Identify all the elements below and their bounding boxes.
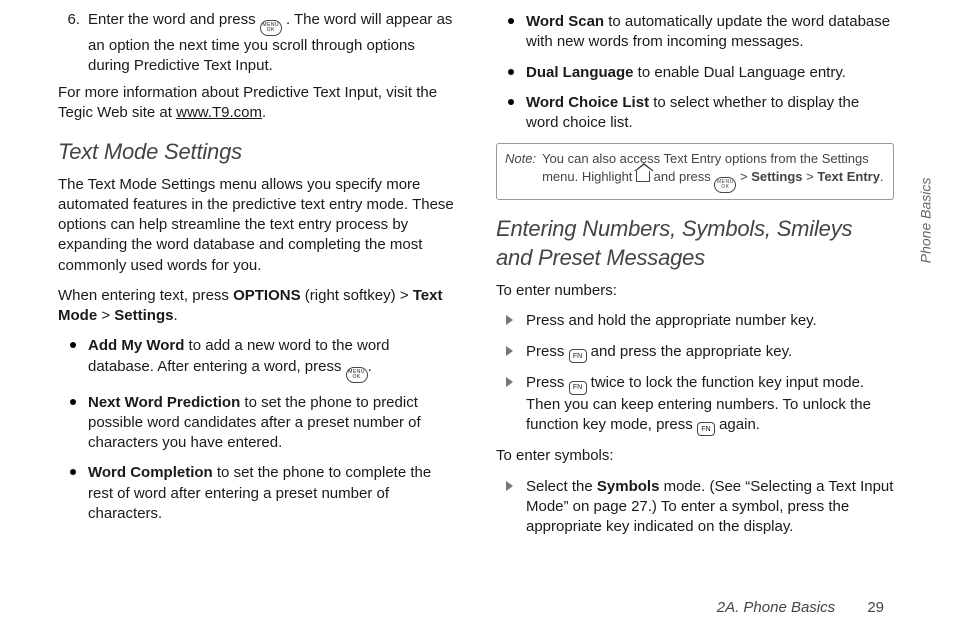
add-word-period: . — [368, 358, 372, 375]
gt-1: > — [400, 287, 409, 304]
left-bullet-list: Add My Word to add a new word to the wor… — [58, 336, 456, 524]
entering-heading: Entering Numbers, Symbols, Smileys and P… — [496, 214, 894, 273]
footer-page-number: 29 — [867, 599, 884, 616]
note-label: Note: — [505, 150, 536, 193]
fn-key-icon: FN — [569, 349, 587, 363]
num1-text: Press and hold the appropriate number ke… — [526, 312, 817, 329]
to-enter-numbers-label: To enter numbers: — [496, 281, 894, 301]
key-label-ok: OK — [721, 185, 729, 190]
note-box: Note: You can also access Text Entry opt… — [496, 143, 894, 200]
num3-c: again. — [715, 416, 760, 433]
next-word-bold: Next Word Prediction — [88, 394, 240, 411]
add-word-bold: Add My Word — [88, 337, 184, 354]
t9-link[interactable]: www.T9.com — [176, 104, 262, 121]
bullet-dual-language: Dual Language to enable Dual Language en… — [496, 63, 894, 83]
fn-key-icon: FN — [697, 422, 715, 436]
symbols-list: Select the Symbols mode. (See “Selecting… — [496, 477, 894, 538]
footer-section: 2A. Phone Basics — [717, 599, 835, 616]
path-settings: Settings — [114, 307, 173, 324]
key-label-ok: OK — [353, 375, 361, 380]
dual-lang-bold: Dual Language — [526, 64, 634, 81]
sym-bold: Symbols — [597, 478, 660, 495]
note-settings: Settings — [751, 169, 802, 184]
text-mode-path: When entering text, press OPTIONS (right… — [58, 286, 456, 327]
bullet-word-scan: Word Scan to automatically update the wo… — [496, 12, 894, 53]
num2-b: and press the appropriate key. — [587, 343, 793, 360]
menu-ok-key-icon: MENU OK — [346, 367, 368, 383]
step-number: 6. — [58, 10, 88, 77]
right-column: Word Scan to automatically update the wo… — [496, 10, 894, 570]
note-gt-2: > — [806, 169, 814, 184]
bullet-add-my-word: Add My Word to add a new word to the wor… — [58, 336, 456, 382]
more-info-paragraph: For more information about Predictive Te… — [58, 83, 456, 124]
text-mode-settings-heading: Text Mode Settings — [58, 137, 456, 167]
bullet-next-word-prediction: Next Word Prediction to set the phone to… — [58, 393, 456, 454]
word-scan-bold: Word Scan — [526, 13, 604, 30]
numbers-list: Press and hold the appropriate number ke… — [496, 311, 894, 436]
dual-lang-text: to enable Dual Language entry. — [634, 64, 846, 81]
note-gt-1: > — [740, 169, 748, 184]
gt-2: > — [101, 307, 110, 324]
home-icon — [636, 170, 650, 182]
bullet-word-choice-list: Word Choice List to select whether to di… — [496, 93, 894, 134]
path-b: (right softkey) — [301, 287, 400, 304]
path-options: OPTIONS — [233, 287, 301, 304]
note-body: You can also access Text Entry options f… — [542, 150, 885, 193]
path-a: When entering text, press — [58, 287, 233, 304]
step-body: Enter the word and press MENU OK . The w… — [88, 10, 456, 77]
side-tab: Phone Basics — [916, 160, 936, 280]
menu-ok-key-icon: MENU OK — [714, 177, 736, 193]
path-period: . — [173, 307, 177, 324]
numbers-item-3: Press FN twice to lock the function key … — [496, 373, 894, 436]
left-column: 6. Enter the word and press MENU OK . Th… — [58, 10, 456, 570]
completion-bold: Word Completion — [88, 464, 213, 481]
numbers-item-2: Press FN and press the appropriate key. — [496, 342, 894, 364]
key-label-ok: OK — [267, 28, 275, 33]
note-b: and press — [654, 169, 715, 184]
page-columns: 6. Enter the word and press MENU OK . Th… — [0, 0, 954, 570]
more-info-b: . — [262, 104, 266, 121]
step-text-a: Enter the word and press — [88, 11, 260, 28]
bullet-word-completion: Word Completion to set the phone to comp… — [58, 463, 456, 524]
menu-ok-key-icon: MENU OK — [260, 20, 282, 36]
to-enter-symbols-label: To enter symbols: — [496, 446, 894, 466]
numbers-item-1: Press and hold the appropriate number ke… — [496, 311, 894, 331]
page-footer: 2A. Phone Basics 29 — [717, 598, 884, 618]
word-choice-bold: Word Choice List — [526, 94, 649, 111]
text-mode-intro: The Text Mode Settings menu allows you s… — [58, 175, 456, 276]
num3-a: Press — [526, 374, 569, 391]
right-bullet-list: Word Scan to automatically update the wo… — [496, 12, 894, 133]
symbols-item-1: Select the Symbols mode. (See “Selecting… — [496, 477, 894, 538]
note-text-entry: Text Entry — [817, 169, 880, 184]
fn-key-icon: FN — [569, 381, 587, 395]
num2-a: Press — [526, 343, 569, 360]
note-period: . — [880, 169, 884, 184]
side-tab-label: Phone Basics — [917, 177, 936, 263]
sym-a: Select the — [526, 478, 597, 495]
step-6: 6. Enter the word and press MENU OK . Th… — [58, 10, 456, 77]
